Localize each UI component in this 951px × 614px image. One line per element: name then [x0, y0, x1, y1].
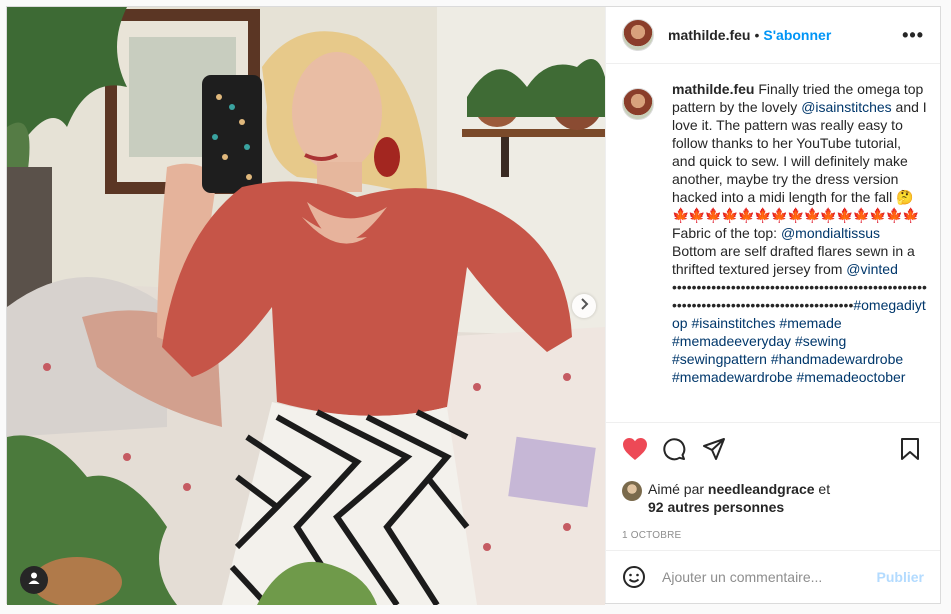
post-side-panel: mathilde.feu • S'abonner ••• mathilde.fe…	[605, 7, 940, 603]
caption-link[interactable]: #memadeeveryday	[672, 333, 791, 349]
post-photo[interactable]	[7, 7, 605, 605]
header-separator: •	[754, 27, 760, 43]
caption-link[interactable]: #handmadewardrobe	[771, 351, 903, 367]
add-comment-bar: Publier	[606, 550, 940, 603]
instagram-post: mathilde.feu • S'abonner ••• mathilde.fe…	[6, 6, 941, 605]
caption-username[interactable]: mathilde.feu	[672, 81, 754, 97]
user-tag-button[interactable]	[20, 566, 48, 594]
comments-area[interactable]: mathilde.feu Finally tried the omega top…	[606, 64, 940, 422]
action-bar	[606, 422, 940, 480]
caption-link[interactable]: #memade	[779, 315, 841, 331]
likes-prefix: Aimé par	[648, 481, 708, 497]
heart-filled-icon	[622, 437, 648, 466]
likes-middle: et	[814, 481, 831, 497]
caption-avatar[interactable]	[622, 88, 654, 120]
comment-input[interactable]	[662, 569, 877, 585]
post-header: mathilde.feu • S'abonner •••	[606, 7, 940, 64]
chevron-right-icon	[579, 297, 589, 315]
bookmark-icon	[900, 437, 920, 466]
likes-text: Aimé par needleandgrace et 92 autres per…	[648, 480, 830, 516]
liker-avatar[interactable]	[622, 481, 642, 501]
next-photo-button[interactable]	[572, 294, 596, 318]
caption-link[interactable]: @mondialtissus	[781, 225, 880, 241]
caption-link[interactable]: #memadeoctober	[797, 369, 906, 385]
user-tag-icon	[27, 571, 41, 590]
share-button[interactable]	[702, 437, 742, 466]
caption-link[interactable]: @vinted	[846, 261, 898, 277]
comment-bubble-icon	[662, 437, 686, 466]
likes-others[interactable]: 92 autres personnes	[648, 499, 784, 515]
post-date[interactable]: 1 OCTOBRE	[606, 520, 940, 550]
caption-link[interactable]: @isainstitches	[801, 99, 891, 115]
comment-button[interactable]	[662, 437, 702, 466]
follow-button[interactable]: S'abonner	[763, 27, 831, 43]
more-options-icon[interactable]: •••	[902, 25, 924, 46]
caption-link[interactable]: #sewingpattern	[672, 351, 767, 367]
post-caption: mathilde.feu Finally tried the omega top…	[672, 80, 928, 422]
publish-button[interactable]: Publier	[877, 569, 924, 585]
caption-text: Finally tried the omega top pattern by t…	[672, 81, 927, 385]
like-button[interactable]	[622, 437, 662, 466]
liker-username[interactable]: needleandgrace	[708, 481, 815, 497]
paper-plane-icon	[702, 437, 726, 466]
caption-link[interactable]: #isainstitches	[691, 315, 775, 331]
caption-emoji: 🍁🍁🍁🍁🍁🍁🍁🍁🍁🍁🍁🍁🍁🍁🍁	[672, 207, 919, 223]
save-button[interactable]	[900, 437, 924, 466]
caption-link[interactable]: #sewing	[795, 333, 846, 349]
photo-scene	[7, 7, 605, 605]
smiley-icon[interactable]	[622, 565, 646, 589]
avatar[interactable]	[622, 19, 654, 51]
caption-link[interactable]: #memadewardrobe	[672, 369, 793, 385]
header-username[interactable]: mathilde.feu	[668, 27, 750, 43]
likes-summary: Aimé par needleandgrace et 92 autres per…	[606, 480, 940, 520]
caption-segment: Fabric of the top:	[672, 225, 781, 241]
